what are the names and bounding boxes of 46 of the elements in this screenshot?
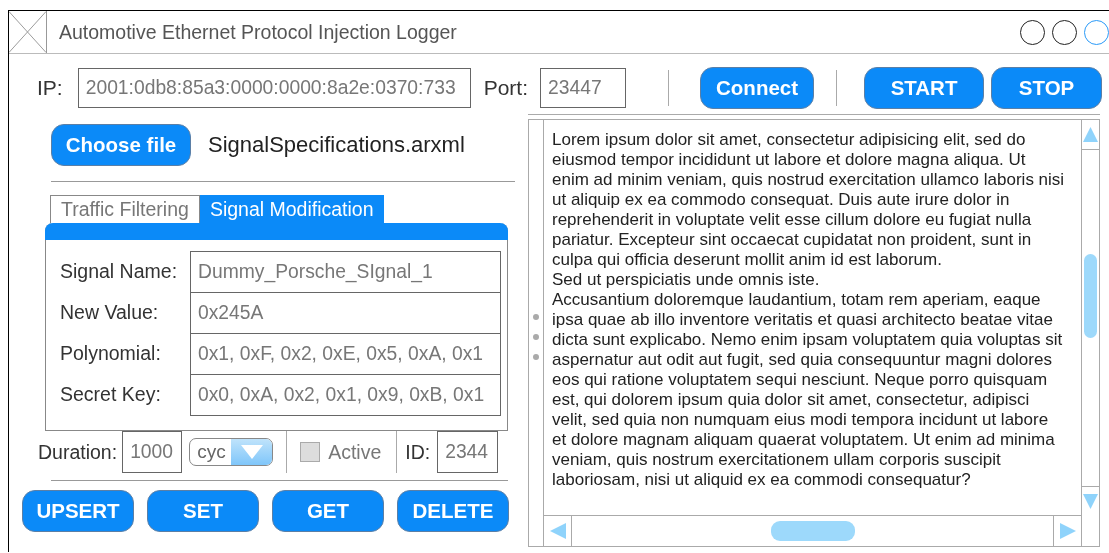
tab[interactable]: Traffic Filtering (50, 195, 200, 223)
input-field[interactable]: 0x1, 0xF, 0x2, 0xE, 0x5, 0xA, 0x1 (190, 333, 501, 375)
tab[interactable]: Signal Modification (199, 195, 384, 223)
unit-dropdown[interactable]: cyc (189, 438, 274, 466)
start-button[interactable]: START (864, 67, 985, 109)
window-button[interactable] (1052, 19, 1077, 45)
action-button[interactable]: UPSERT (22, 490, 134, 532)
field-label: Secret Key: (59, 382, 162, 407)
scroll-thumb[interactable] (1084, 254, 1097, 338)
field-label: IP: (37, 76, 63, 100)
log-paragraph: Lorem ipsum dolor sit amet, consectetur adipisicing elit, sed do eiusmod tempor incididunt ut labore et dolore magna aliqua. Ut enim ad minim veniam, quis nostrud exercitation ullamco laboris nisi ut aliquip ex ea commodo consequat. Duis aute irure dolor in reprehenderit in voluptate velit esse cillum dolore eu fugiat nulla pariatur. Excepteur sint occaecat cupidatat non proident, sunt in culpa qui officia deserunt mollit anim id est laborum. (552, 130, 1066, 270)
log-paragraph: Accusantium doloremque laudantium, totam rem aperiam, eaque ipsa quae ab illo inventore veritatis et quasi architecto beatae vitae dicta sunt explicabo. Nemo enim ipsam voluptatem quia voluptas sit aspernatur aut odit aut fugit, sed quia consequuntur magni dolores eos qui ratione voluptatem sequi nesciunt. Neque porro quisquam est, qui dolorem ipsum quia dolor sit amet, consectetur, adipisci velit, sed quia non numquam eius modi tempora incidunt ut labore et dolore magnam aliquam quaerat voluptatem. Ut enim ad minima veniam, quis nostrum exercitationem ullam corporis suscipit laboriosam, nisi ut aliquid ex ea commodi consequatur? (552, 290, 1064, 490)
horizontal-scrollbar[interactable] (544, 515, 1081, 546)
ip-field[interactable]: 2001:0db8:85a3:0000:0000:8a2e:0370:733 (77, 68, 471, 108)
file-name: SignalSpecifications.arxml (208, 132, 465, 158)
window-title: Automotive Ethernet Protocol Injection Logger (59, 20, 458, 44)
input-field[interactable]: 0x245A (190, 292, 501, 334)
field-label: ID: (405, 440, 431, 464)
field-label: Duration: (38, 440, 118, 464)
input-field[interactable]: 0x0, 0xA, 0x2, 0x1, 0x9, 0xB, 0x1 (190, 374, 501, 416)
app-icon (9, 11, 47, 53)
field-label: Port: (483, 76, 529, 100)
connect-button[interactable]: Connect (700, 67, 815, 109)
checkbox-label: Active (328, 440, 382, 464)
action-button[interactable]: GET (272, 490, 384, 532)
action-button[interactable]: DELETE (397, 490, 509, 532)
duration-field[interactable]: 1000 (122, 431, 183, 473)
left-arrow-icon[interactable] (549, 523, 566, 539)
right-arrow-icon[interactable] (1059, 523, 1076, 539)
down-arrow-icon[interactable] (1083, 494, 1098, 509)
up-arrow-icon[interactable] (1083, 127, 1098, 142)
choose-file-button[interactable]: Choose file (51, 124, 191, 166)
action-button[interactable]: SET (147, 490, 259, 532)
port-field[interactable]: 23447 (540, 68, 627, 108)
field-label: Signal Name: (59, 259, 179, 284)
vertical-scrollbar[interactable] (1081, 120, 1099, 546)
stop-button[interactable]: STOP (991, 67, 1103, 109)
window-button[interactable] (1020, 19, 1045, 45)
log-paragraph: Sed ut perspiciatis unde omnis iste. (552, 270, 821, 290)
checkbox[interactable] (300, 442, 321, 462)
input-field[interactable]: Dummy_Porsche_SIgnal_1 (190, 251, 501, 293)
field-label: Polynomial: (59, 341, 162, 366)
id-field[interactable]: 2344 (437, 431, 499, 473)
field-label: New Value: (59, 300, 160, 325)
scroll-thumb[interactable] (770, 521, 855, 541)
caret-icon (240, 445, 263, 459)
